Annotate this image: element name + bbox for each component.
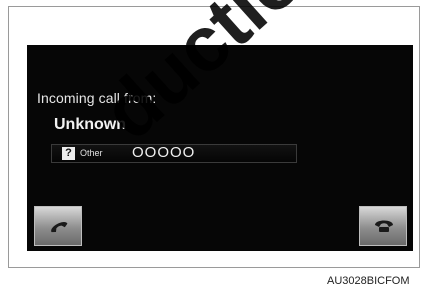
phone-answer-icon xyxy=(51,221,68,233)
answer-call-button[interactable] xyxy=(34,206,82,246)
caller-number-row: ? Other OOOOO xyxy=(51,144,297,163)
number-type-label: Other xyxy=(80,148,103,158)
decline-call-button[interactable] xyxy=(359,206,407,246)
incoming-call-prompt: Incoming call from: xyxy=(37,90,157,106)
phone-hangup-icon xyxy=(375,220,393,232)
caller-name: Unknown xyxy=(54,116,126,133)
unknown-contact-icon: ? xyxy=(62,147,75,160)
caller-number: OOOOO xyxy=(132,144,196,161)
figure-code: AU3028BICFOM xyxy=(327,275,410,287)
incoming-call-screen: Incoming call from: Unknown ? Other OOOO… xyxy=(27,45,413,251)
